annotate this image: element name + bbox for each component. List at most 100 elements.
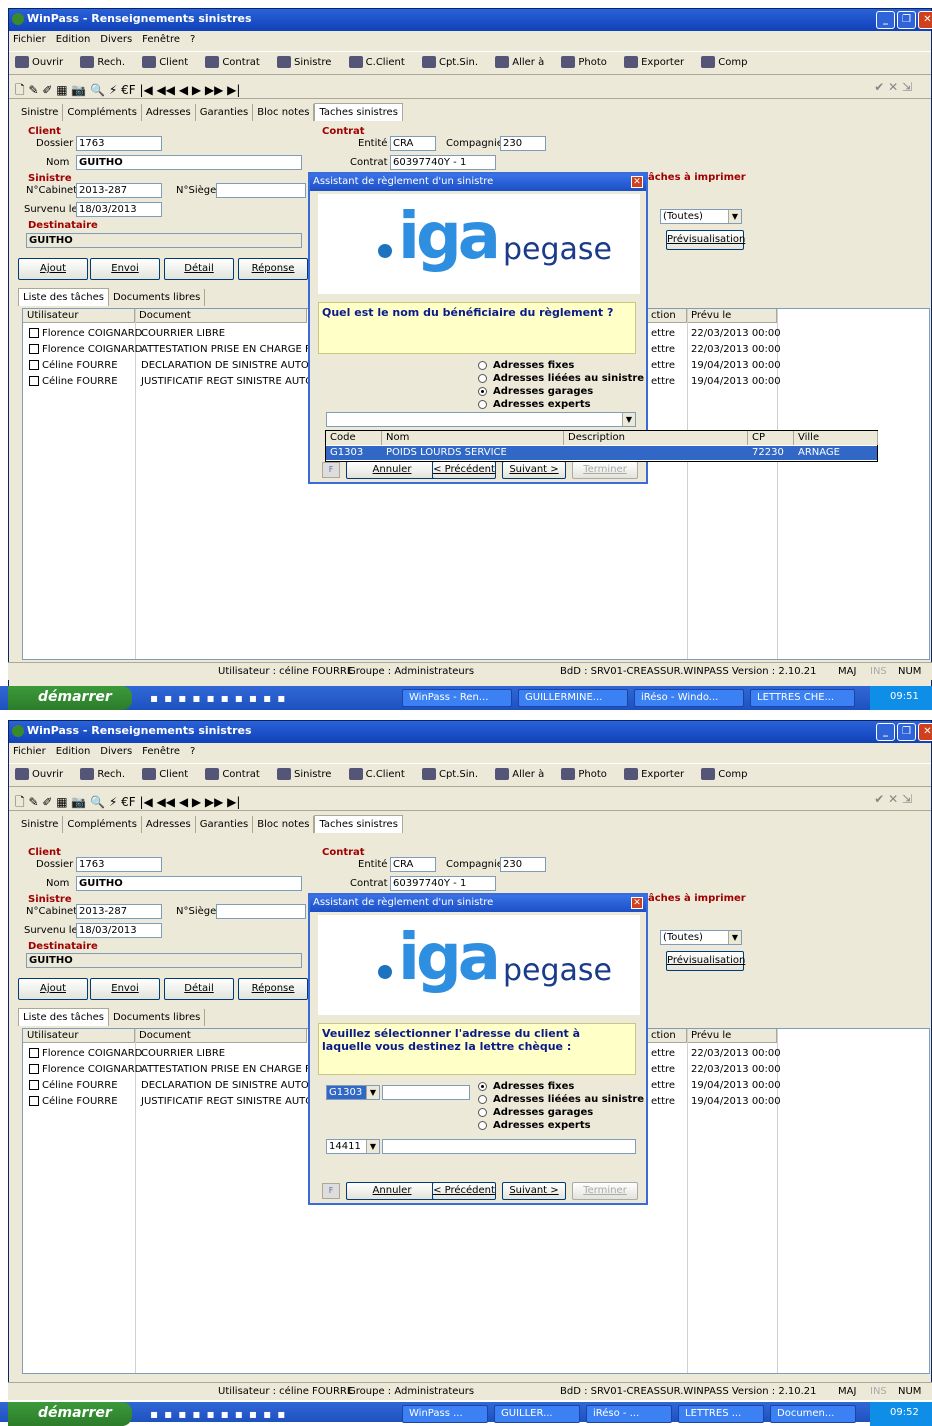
menu-fenetre[interactable]: Fenêtre [142, 34, 180, 45]
tab-complements[interactable]: Compléments [63, 104, 142, 121]
ouvrir-button[interactable]: Ouvrir [15, 56, 63, 68]
cptsin-button[interactable]: Cpt.Sin. [421, 768, 478, 780]
col-utilisateur[interactable]: Utilisateur [23, 309, 135, 323]
compagnie-field[interactable]: 230 [500, 857, 546, 872]
col-prevu[interactable]: Prévu le [687, 309, 777, 323]
tab-taches-sinistres[interactable]: Taches sinistres [314, 815, 403, 833]
dossier-field[interactable]: 1763 [76, 857, 162, 872]
nav-glyphs[interactable]: 🗋 ✎ ✐ ▦ 📷 🔍 ⚡ €F |◀ ◀◀ ◀ ▶ ▶▶ ▶| [15, 83, 240, 97]
menu-edition[interactable]: Edition [56, 34, 91, 45]
close-icon[interactable]: ✕ [918, 723, 932, 741]
menu-fichier[interactable]: Fichier [13, 746, 46, 757]
ncabinet-field[interactable]: 2013-287 [76, 183, 162, 198]
reponse-button[interactable]: Réponse [238, 978, 308, 1000]
entite-field[interactable]: CRA [390, 857, 436, 872]
radio-adresses-sinistre[interactable]: Adresses liéées au sinistre [478, 373, 644, 384]
radio-adresses-experts[interactable]: Adresses experts [478, 1120, 591, 1131]
photo-button[interactable]: Photo [561, 768, 607, 780]
contrat-field[interactable]: 60397740Y - 1 [390, 876, 496, 891]
rech-button[interactable]: Rech. [80, 768, 125, 780]
tab-sinistre[interactable]: Sinistre [17, 816, 64, 833]
menu-divers[interactable]: Divers [100, 34, 132, 45]
tab-adresses[interactable]: Adresses [142, 104, 196, 121]
close-icon[interactable]: ✕ [631, 176, 643, 188]
detail-button[interactable]: Détail [164, 978, 234, 1000]
survenu-field[interactable]: 18/03/2013 [76, 202, 162, 217]
nom-field[interactable]: GUITHO [76, 876, 302, 891]
nav-glyphs[interactable]: 🗋 ✎ ✐ ▦ 📷 🔍 ⚡ €F |◀ ◀◀ ◀ ▶ ▶▶ ▶| [15, 795, 240, 809]
suivant-button[interactable]: Suivant > [502, 461, 566, 479]
dossier-field[interactable]: 1763 [76, 136, 162, 151]
terminer-button[interactable]: Terminer [572, 461, 638, 479]
address-cp-combo[interactable]: 14411 ▼ [326, 1139, 380, 1154]
row-checkbox[interactable] [29, 344, 39, 354]
menu-help[interactable]: ? [190, 746, 195, 757]
nsiege-field[interactable] [216, 183, 306, 198]
col-document[interactable]: Document [135, 309, 307, 323]
tab-bloc-notes[interactable]: Bloc notes [253, 104, 315, 121]
client-button[interactable]: Client [142, 56, 188, 68]
radio-adresses-fixes[interactable]: Adresses fixes [478, 1081, 574, 1092]
ajout-button[interactable]: Ajout [18, 258, 88, 280]
nom-field[interactable]: GUITHO [76, 155, 302, 170]
radio-adresses-fixes[interactable]: Adresses fixes [478, 360, 574, 371]
menu-edition[interactable]: Edition [56, 746, 91, 757]
tab-taches-sinistres[interactable]: Taches sinistres [314, 103, 403, 121]
close-icon[interactable]: ✕ [918, 11, 932, 29]
entite-field[interactable]: CRA [390, 136, 436, 151]
client-button[interactable]: Client [142, 768, 188, 780]
contrat-button[interactable]: Contrat [205, 56, 260, 68]
col-document[interactable]: Document [135, 1029, 307, 1043]
previsualisation-button[interactable]: Prévisualisation [666, 230, 745, 250]
beneficiaire-combo[interactable]: ▼ [326, 412, 636, 427]
minimize-icon[interactable]: _ [876, 723, 895, 741]
compagnie-field[interactable]: 230 [500, 136, 546, 151]
suivant-button[interactable]: Suivant > [502, 1182, 566, 1200]
annuler-button[interactable]: Annuler [346, 1182, 438, 1200]
taskbar-item[interactable]: LETTRES ... [678, 1405, 764, 1423]
validate-cancel-icons[interactable]: ✔ ✕ ⇲ [874, 80, 912, 94]
start-button[interactable]: démarrer [8, 686, 132, 710]
row-checkbox[interactable] [29, 376, 39, 386]
exporter-button[interactable]: Exporter [624, 768, 684, 780]
row-checkbox[interactable] [29, 1048, 39, 1058]
quicklaunch-icons[interactable]: ▪▪▪▪▪▪▪▪▪▪ [150, 691, 291, 705]
menu-help[interactable]: ? [190, 34, 195, 45]
rech-button[interactable]: Rech. [80, 56, 125, 68]
tab-documents-libres[interactable]: Documents libres [109, 289, 206, 306]
start-button[interactable]: démarrer [8, 1402, 132, 1426]
radio-adresses-garages[interactable]: Adresses garages [478, 386, 593, 397]
tab-adresses[interactable]: Adresses [142, 816, 196, 833]
minimize-icon[interactable]: _ [876, 11, 895, 29]
aller-button[interactable]: Aller à [495, 768, 544, 780]
reponse-button[interactable]: Réponse [238, 258, 308, 280]
validate-cancel-icons[interactable]: ✔ ✕ ⇲ [874, 792, 912, 806]
taches-filter-combo[interactable]: (Toutes) ▼ [660, 209, 742, 224]
row-checkbox[interactable] [29, 1064, 39, 1074]
aller-button[interactable]: Aller à [495, 56, 544, 68]
contrat-field[interactable]: 60397740Y - 1 [390, 155, 496, 170]
cptsin-button[interactable]: Cpt.Sin. [421, 56, 478, 68]
radio-adresses-garages[interactable]: Adresses garages [478, 1107, 593, 1118]
cclient-button[interactable]: C.Client [348, 56, 405, 68]
taskbar-item[interactable]: iRéso - Windo... [634, 689, 744, 707]
menu-fenetre[interactable]: Fenêtre [142, 746, 180, 757]
tab-garanties[interactable]: Garanties [196, 104, 254, 121]
photo-button[interactable]: Photo [561, 56, 607, 68]
precedent-button[interactable]: < Précédent [432, 1182, 496, 1200]
taskbar-item[interactable]: LETTRES CHE... [750, 689, 855, 707]
col-utilisateur[interactable]: Utilisateur [23, 1029, 135, 1043]
f-button[interactable]: F [322, 462, 340, 478]
tab-garanties[interactable]: Garanties [196, 816, 254, 833]
col-action[interactable]: ction [647, 309, 687, 323]
contrat-button[interactable]: Contrat [205, 768, 260, 780]
close-icon[interactable]: ✕ [631, 897, 643, 909]
envoi-button[interactable]: Envoi [90, 978, 160, 1000]
ouvrir-button[interactable]: Ouvrir [15, 768, 63, 780]
col-prevu[interactable]: Prévu le [687, 1029, 777, 1043]
tab-complements[interactable]: Compléments [63, 816, 142, 833]
ajout-button[interactable]: Ajout [18, 978, 88, 1000]
taskbar-item[interactable]: WinPass ... [402, 1405, 488, 1423]
radio-adresses-sinistre[interactable]: Adresses liéées au sinistre [478, 1094, 644, 1105]
quicklaunch-icons[interactable]: ▪▪▪▪▪▪▪▪▪▪ [150, 1407, 291, 1421]
